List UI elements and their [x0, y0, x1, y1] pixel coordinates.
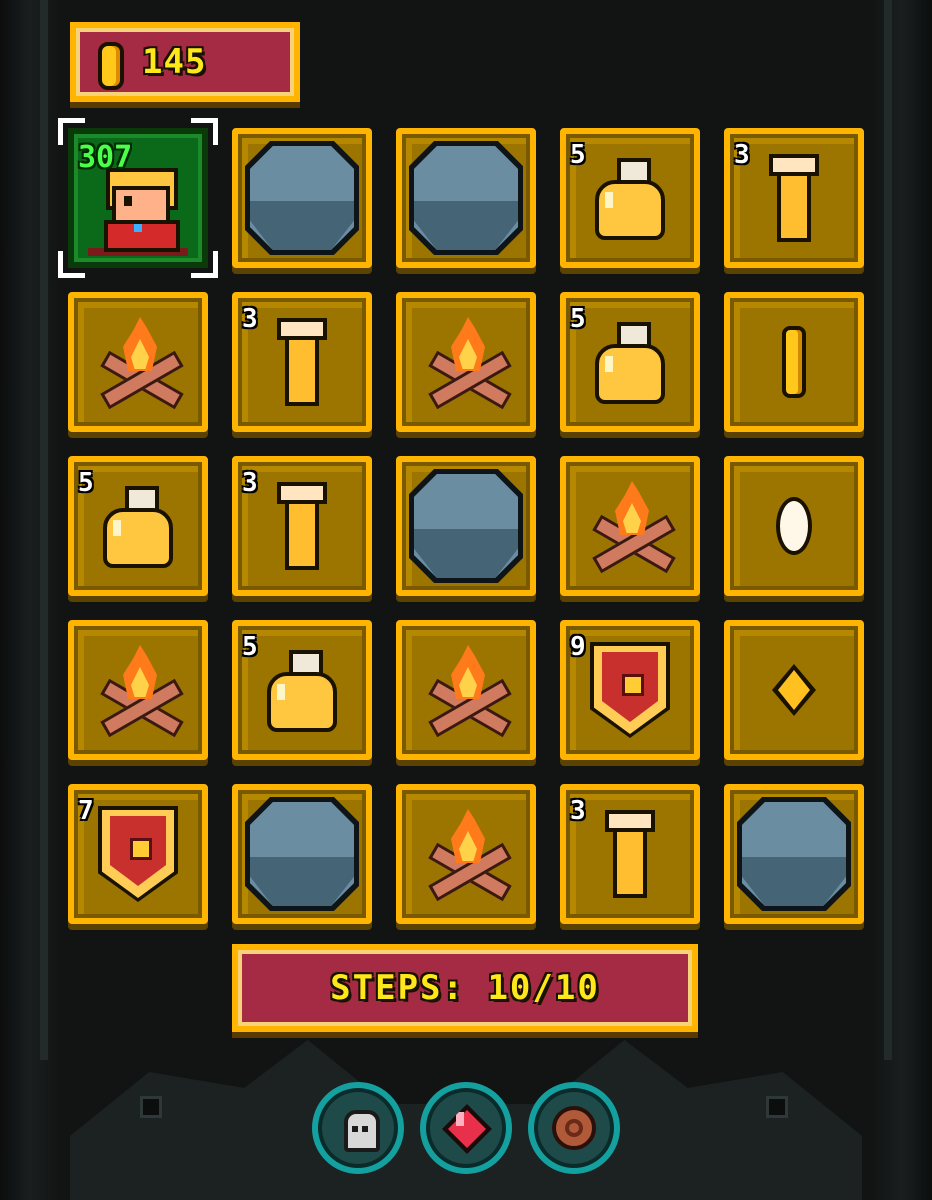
- board-tile-campfire[interactable]: [396, 292, 536, 432]
- tile-count: 3: [570, 796, 586, 826]
- selection-corner-tr: [191, 118, 218, 145]
- tile-count: 3: [242, 468, 258, 498]
- red-crystal-icon: [442, 1104, 492, 1154]
- board-tile-flask[interactable]: 5: [68, 456, 208, 596]
- bolt-left: [140, 1096, 162, 1118]
- campfire-icon: [421, 645, 512, 738]
- board-tile-vial[interactable]: 3: [560, 784, 700, 924]
- potion-flask-icon: [267, 650, 337, 732]
- potion-flask-icon: [595, 322, 665, 404]
- steps-panel: STEPS: 10/10: [232, 944, 698, 1032]
- silver-coin-icon: [776, 497, 812, 555]
- campfire-icon: [421, 317, 512, 410]
- hero-hp: 307: [78, 140, 133, 175]
- rock-icon: [409, 469, 523, 583]
- tile-count: 3: [734, 140, 750, 170]
- rock-icon: [245, 797, 359, 911]
- board-tile-campfire[interactable]: [68, 292, 208, 432]
- board-tile-vial[interactable]: 3: [232, 456, 372, 596]
- board-tile-coin-slim[interactable]: [724, 292, 864, 432]
- potion-vial-icon: [277, 482, 327, 570]
- gold-gem-icon: [772, 664, 816, 716]
- ability-crystal-button[interactable]: [420, 1082, 512, 1174]
- wall-pillar-right: [884, 0, 892, 1060]
- hero-tile[interactable]: 307: [58, 118, 218, 278]
- tile-count: 7: [78, 796, 94, 826]
- shield-icon: [590, 642, 670, 738]
- bronze-coin-icon: [552, 1106, 596, 1150]
- tile-count: 5: [570, 140, 586, 170]
- board-tile-vial[interactable]: 3: [724, 128, 864, 268]
- gold-coin-icon: [782, 326, 806, 398]
- potion-flask-icon: [595, 158, 665, 240]
- shield-icon: [98, 806, 178, 902]
- campfire-icon: [585, 481, 676, 574]
- bronze-coin-ring: [565, 1119, 583, 1137]
- board-tile-rock[interactable]: [232, 784, 372, 924]
- board-tile-flask[interactable]: 5: [560, 292, 700, 432]
- selection-corner-tl: [58, 118, 85, 145]
- board-tile-shield[interactable]: 7: [68, 784, 208, 924]
- board-tile-flask[interactable]: 5: [232, 620, 372, 760]
- rock-icon: [737, 797, 851, 911]
- board-tile-gem-gold[interactable]: [724, 620, 864, 760]
- board-tile-rock[interactable]: [724, 784, 864, 924]
- wall-pillar-left: [40, 0, 48, 1060]
- ability-skull-button[interactable]: [312, 1082, 404, 1174]
- rock-icon: [245, 141, 359, 255]
- selection-corner-br: [191, 251, 218, 278]
- coin-count: 145: [142, 42, 207, 82]
- tile-count: 5: [570, 304, 586, 334]
- potion-vial-icon: [605, 810, 655, 898]
- board-tile-campfire[interactable]: [560, 456, 700, 596]
- coin-counter: 145: [70, 22, 300, 102]
- skull-icon: [344, 1110, 380, 1152]
- board-tile-campfire[interactable]: [396, 784, 536, 924]
- tile-count: 3: [242, 304, 258, 334]
- ability-coin-button[interactable]: [528, 1082, 620, 1174]
- board-tile-campfire[interactable]: [396, 620, 536, 760]
- rock-icon: [409, 141, 523, 255]
- potion-flask-icon: [103, 486, 173, 568]
- crystal-highlight: [456, 1112, 464, 1126]
- coin-icon: [98, 42, 124, 90]
- campfire-icon: [93, 317, 184, 410]
- selection-corner-bl: [58, 251, 85, 278]
- skull-eye-right: [362, 1126, 368, 1132]
- board-tile-coin-white[interactable]: [724, 456, 864, 596]
- campfire-icon: [421, 809, 512, 902]
- board-tile-flask[interactable]: 5: [560, 128, 700, 268]
- board-tile-shield[interactable]: 9: [560, 620, 700, 760]
- board-tile-rock[interactable]: [232, 128, 372, 268]
- board-tile-rock[interactable]: [396, 128, 536, 268]
- skull-eye-left: [352, 1126, 358, 1132]
- board-tile-campfire[interactable]: [68, 620, 208, 760]
- potion-vial-icon: [277, 318, 327, 406]
- potion-vial-icon: [769, 154, 819, 242]
- bolt-right: [766, 1096, 788, 1118]
- steps-counter: STEPS: 10/10: [330, 968, 600, 1008]
- tile-count: 5: [78, 468, 94, 498]
- hero-sprite: [88, 168, 188, 256]
- tile-count: 5: [242, 632, 258, 662]
- campfire-icon: [93, 645, 184, 738]
- board-tile-vial[interactable]: 3: [232, 292, 372, 432]
- game-board: 307 5 3 3 5 5 3 5 9 7 3: [58, 118, 864, 924]
- tile-count: 9: [570, 632, 586, 662]
- board-tile-rock[interactable]: [396, 456, 536, 596]
- crystal-fill: [448, 1110, 486, 1148]
